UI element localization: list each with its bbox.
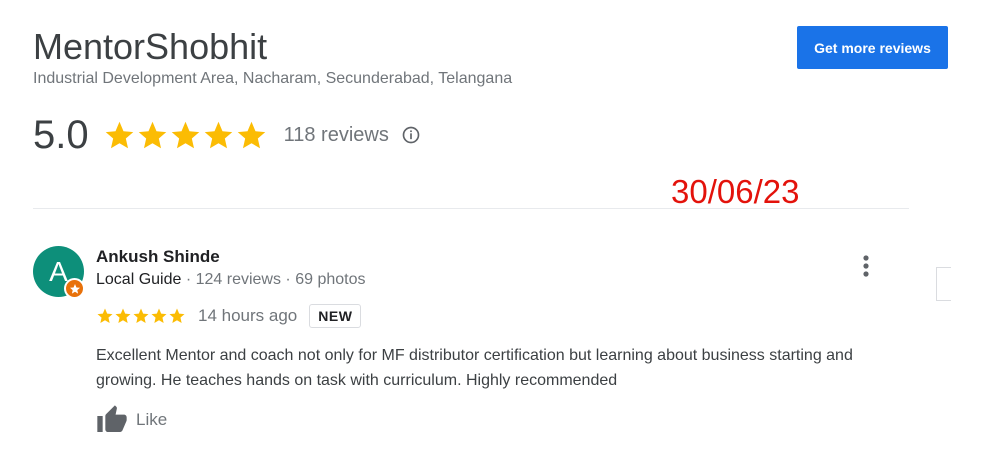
star-icon [169,308,185,323]
date-annotation: 30/06/23 [671,173,800,210]
info-icon[interactable] [401,125,421,145]
rating-summary: 5.0 118 reviews [33,110,421,160]
review-rating-row: 14 hours ago NEW [96,302,362,330]
review-text: Excellent Mentor and coach not only for … [96,347,853,389]
new-badge: NEW [309,304,362,328]
star-icon [204,121,232,148]
local-guide-badge-icon [64,278,85,299]
thumbs-up-icon [97,405,127,432]
reviewer-name[interactable]: Ankush Shinde [96,247,220,267]
rating-value: 5.0 [33,113,89,157]
review-stars [96,307,186,325]
like-label: Like [136,410,168,429]
business-name: MentorShobhit [33,26,268,67]
star-icon [105,121,133,148]
review-time: 14 hours ago [198,306,298,325]
divider [33,208,909,209]
star-icon [133,308,149,323]
star-icon [138,121,166,148]
like-button[interactable]: Like [96,404,167,436]
rating-stars [103,119,268,152]
star-icon [151,308,167,323]
reviewer-stats: · 124 reviews · 69 photos [181,271,366,288]
review-count: 118 reviews [283,123,389,146]
get-more-reviews-button[interactable]: Get more reviews [797,26,948,69]
business-address: Industrial Development Area, Nacharam, S… [33,70,513,87]
side-panel-tab[interactable] [936,267,951,301]
local-guide-label: Local Guide [96,271,182,288]
star-icon [237,121,265,148]
reviewer-meta: Local Guide · 124 reviews · 69 photos [96,271,365,289]
star-icon [97,308,113,323]
more-vert-icon[interactable] [856,253,876,281]
star-icon [115,308,131,323]
star-icon [171,121,199,148]
